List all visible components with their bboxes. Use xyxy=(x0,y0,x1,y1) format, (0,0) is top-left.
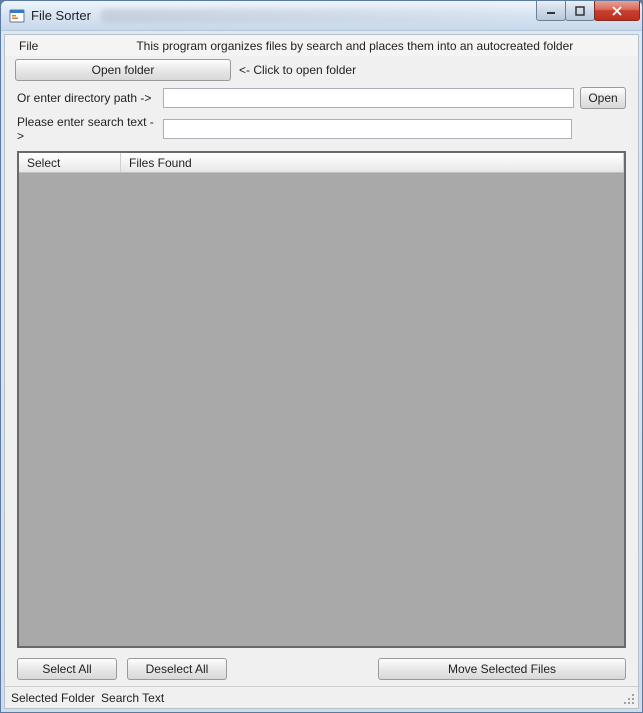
resize-grip-icon[interactable] xyxy=(622,692,636,706)
column-header-files-found[interactable]: Files Found xyxy=(121,153,624,172)
open-folder-row: Open folder <- Click to open folder xyxy=(5,56,638,84)
menu-file[interactable]: File xyxy=(11,37,46,55)
move-selected-files-button[interactable]: Move Selected Files xyxy=(378,658,626,680)
directory-input[interactable] xyxy=(163,88,574,108)
client-area: File This program organizes files by sea… xyxy=(4,34,639,709)
open-folder-button[interactable]: Open folder xyxy=(15,59,231,81)
titlebar[interactable]: File Sorter xyxy=(1,1,642,31)
listview-header: Select Files Found xyxy=(19,153,624,173)
app-window: File Sorter File This program organizes … xyxy=(0,0,643,713)
column-header-select[interactable]: Select xyxy=(19,153,121,172)
title-blur xyxy=(101,9,537,23)
minimize-button[interactable] xyxy=(536,1,566,21)
close-button[interactable] xyxy=(594,1,640,21)
menubar: File This program organizes files by sea… xyxy=(5,35,638,56)
statusbar: Selected Folder Search Text xyxy=(5,686,638,708)
deselect-all-button[interactable]: Deselect All xyxy=(127,658,227,680)
search-label: Please enter search text -> xyxy=(17,115,157,143)
bottom-button-row: Select All Deselect All Move Selected Fi… xyxy=(5,654,638,686)
search-input[interactable] xyxy=(163,119,572,139)
window-controls xyxy=(537,1,640,30)
maximize-button[interactable] xyxy=(565,1,595,21)
search-row: Please enter search text -> xyxy=(5,112,638,146)
directory-label: Or enter directory path -> xyxy=(17,91,157,105)
status-selected-folder: Selected Folder xyxy=(11,691,95,705)
open-button[interactable]: Open xyxy=(580,87,626,109)
select-all-button[interactable]: Select All xyxy=(17,658,117,680)
program-description: This program organizes files by search a… xyxy=(136,39,573,53)
directory-row: Or enter directory path -> Open xyxy=(5,84,638,112)
app-icon xyxy=(9,8,25,24)
open-folder-hint: <- Click to open folder xyxy=(239,63,356,77)
listview-body[interactable] xyxy=(19,173,624,646)
window-title: File Sorter xyxy=(31,8,91,23)
files-listview[interactable]: Select Files Found xyxy=(17,151,626,648)
status-search-text: Search Text xyxy=(101,691,164,705)
